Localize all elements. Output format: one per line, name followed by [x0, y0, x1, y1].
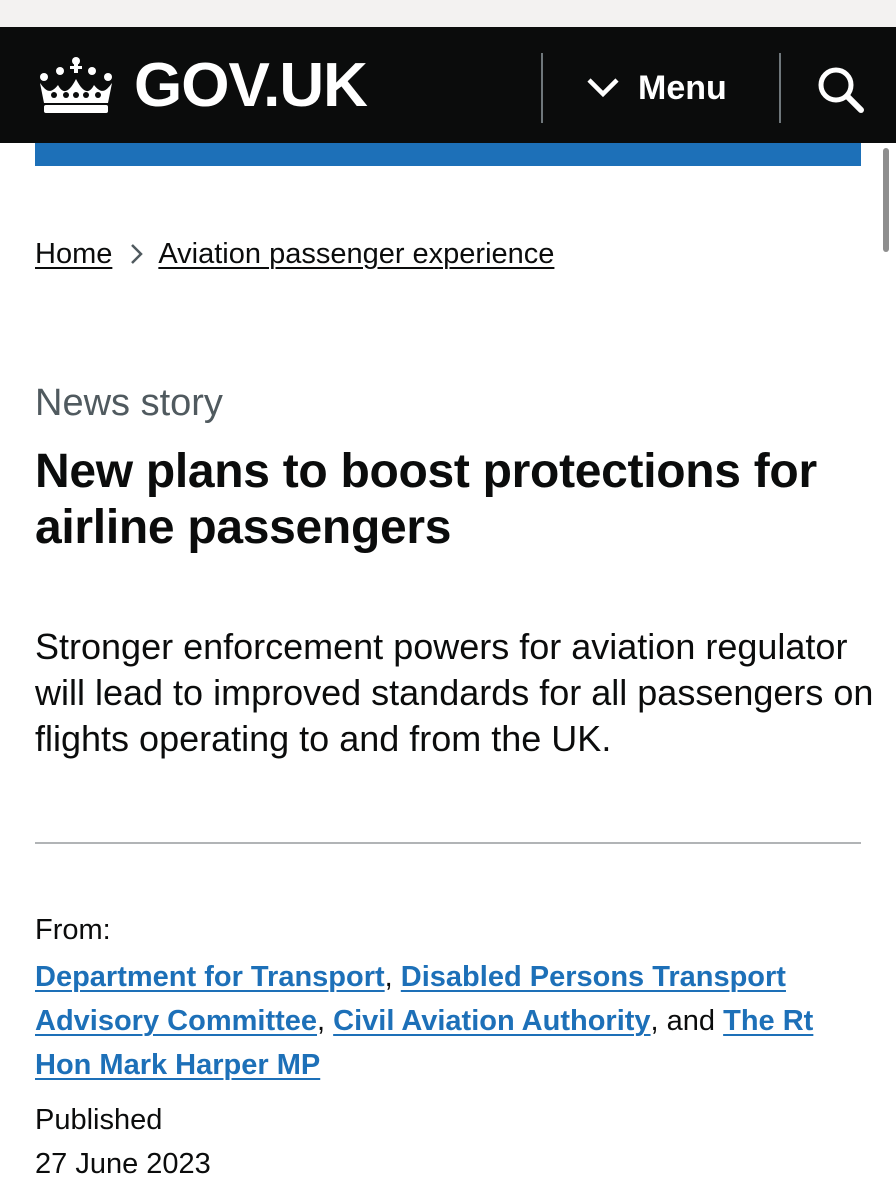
published-label: Published — [35, 1104, 163, 1136]
breadcrumb: Home Aviation passenger experience — [35, 234, 554, 274]
lead-paragraph: Stronger enforcement powers for aviation… — [35, 626, 874, 759]
header-accent-bar — [35, 143, 861, 166]
browser-top-strip — [0, 0, 896, 27]
org-link-dft[interactable]: Department for Transport — [35, 961, 385, 993]
logo-text: GOV.UK — [134, 51, 368, 120]
page-title: New plans to boost protections for airli… — [35, 445, 817, 554]
from-label: From: — [35, 914, 111, 946]
crown-icon — [40, 57, 112, 113]
chevron-down-icon — [587, 78, 619, 98]
breadcrumb-home-link[interactable]: Home — [35, 238, 112, 271]
separator: , — [650, 1005, 659, 1037]
separator: and — [666, 1005, 716, 1037]
header-divider — [779, 53, 781, 123]
from-organisations: Department for Transport, Disabled Perso… — [35, 955, 835, 1087]
org-link-caa[interactable]: Civil Aviation Authority — [333, 1005, 650, 1037]
separator: , — [317, 1005, 326, 1037]
section-divider — [35, 842, 861, 844]
search-button[interactable] — [816, 65, 866, 115]
menu-label: Menu — [638, 68, 727, 107]
menu-button[interactable]: Menu — [586, 63, 727, 113]
breadcrumb-aviation-link[interactable]: Aviation passenger experience — [158, 238, 554, 271]
breadcrumb-chevron-icon — [130, 242, 144, 266]
published-date: 27 June 2023 — [35, 1148, 211, 1180]
separator: , — [384, 961, 393, 993]
search-icon — [818, 67, 864, 113]
site-header: GOV.UK Menu — [0, 27, 896, 143]
govuk-logo-link[interactable]: GOV.UK — [34, 51, 368, 120]
scrollbar[interactable] — [883, 148, 889, 252]
document-type: News story — [35, 382, 223, 424]
header-divider — [541, 53, 543, 123]
